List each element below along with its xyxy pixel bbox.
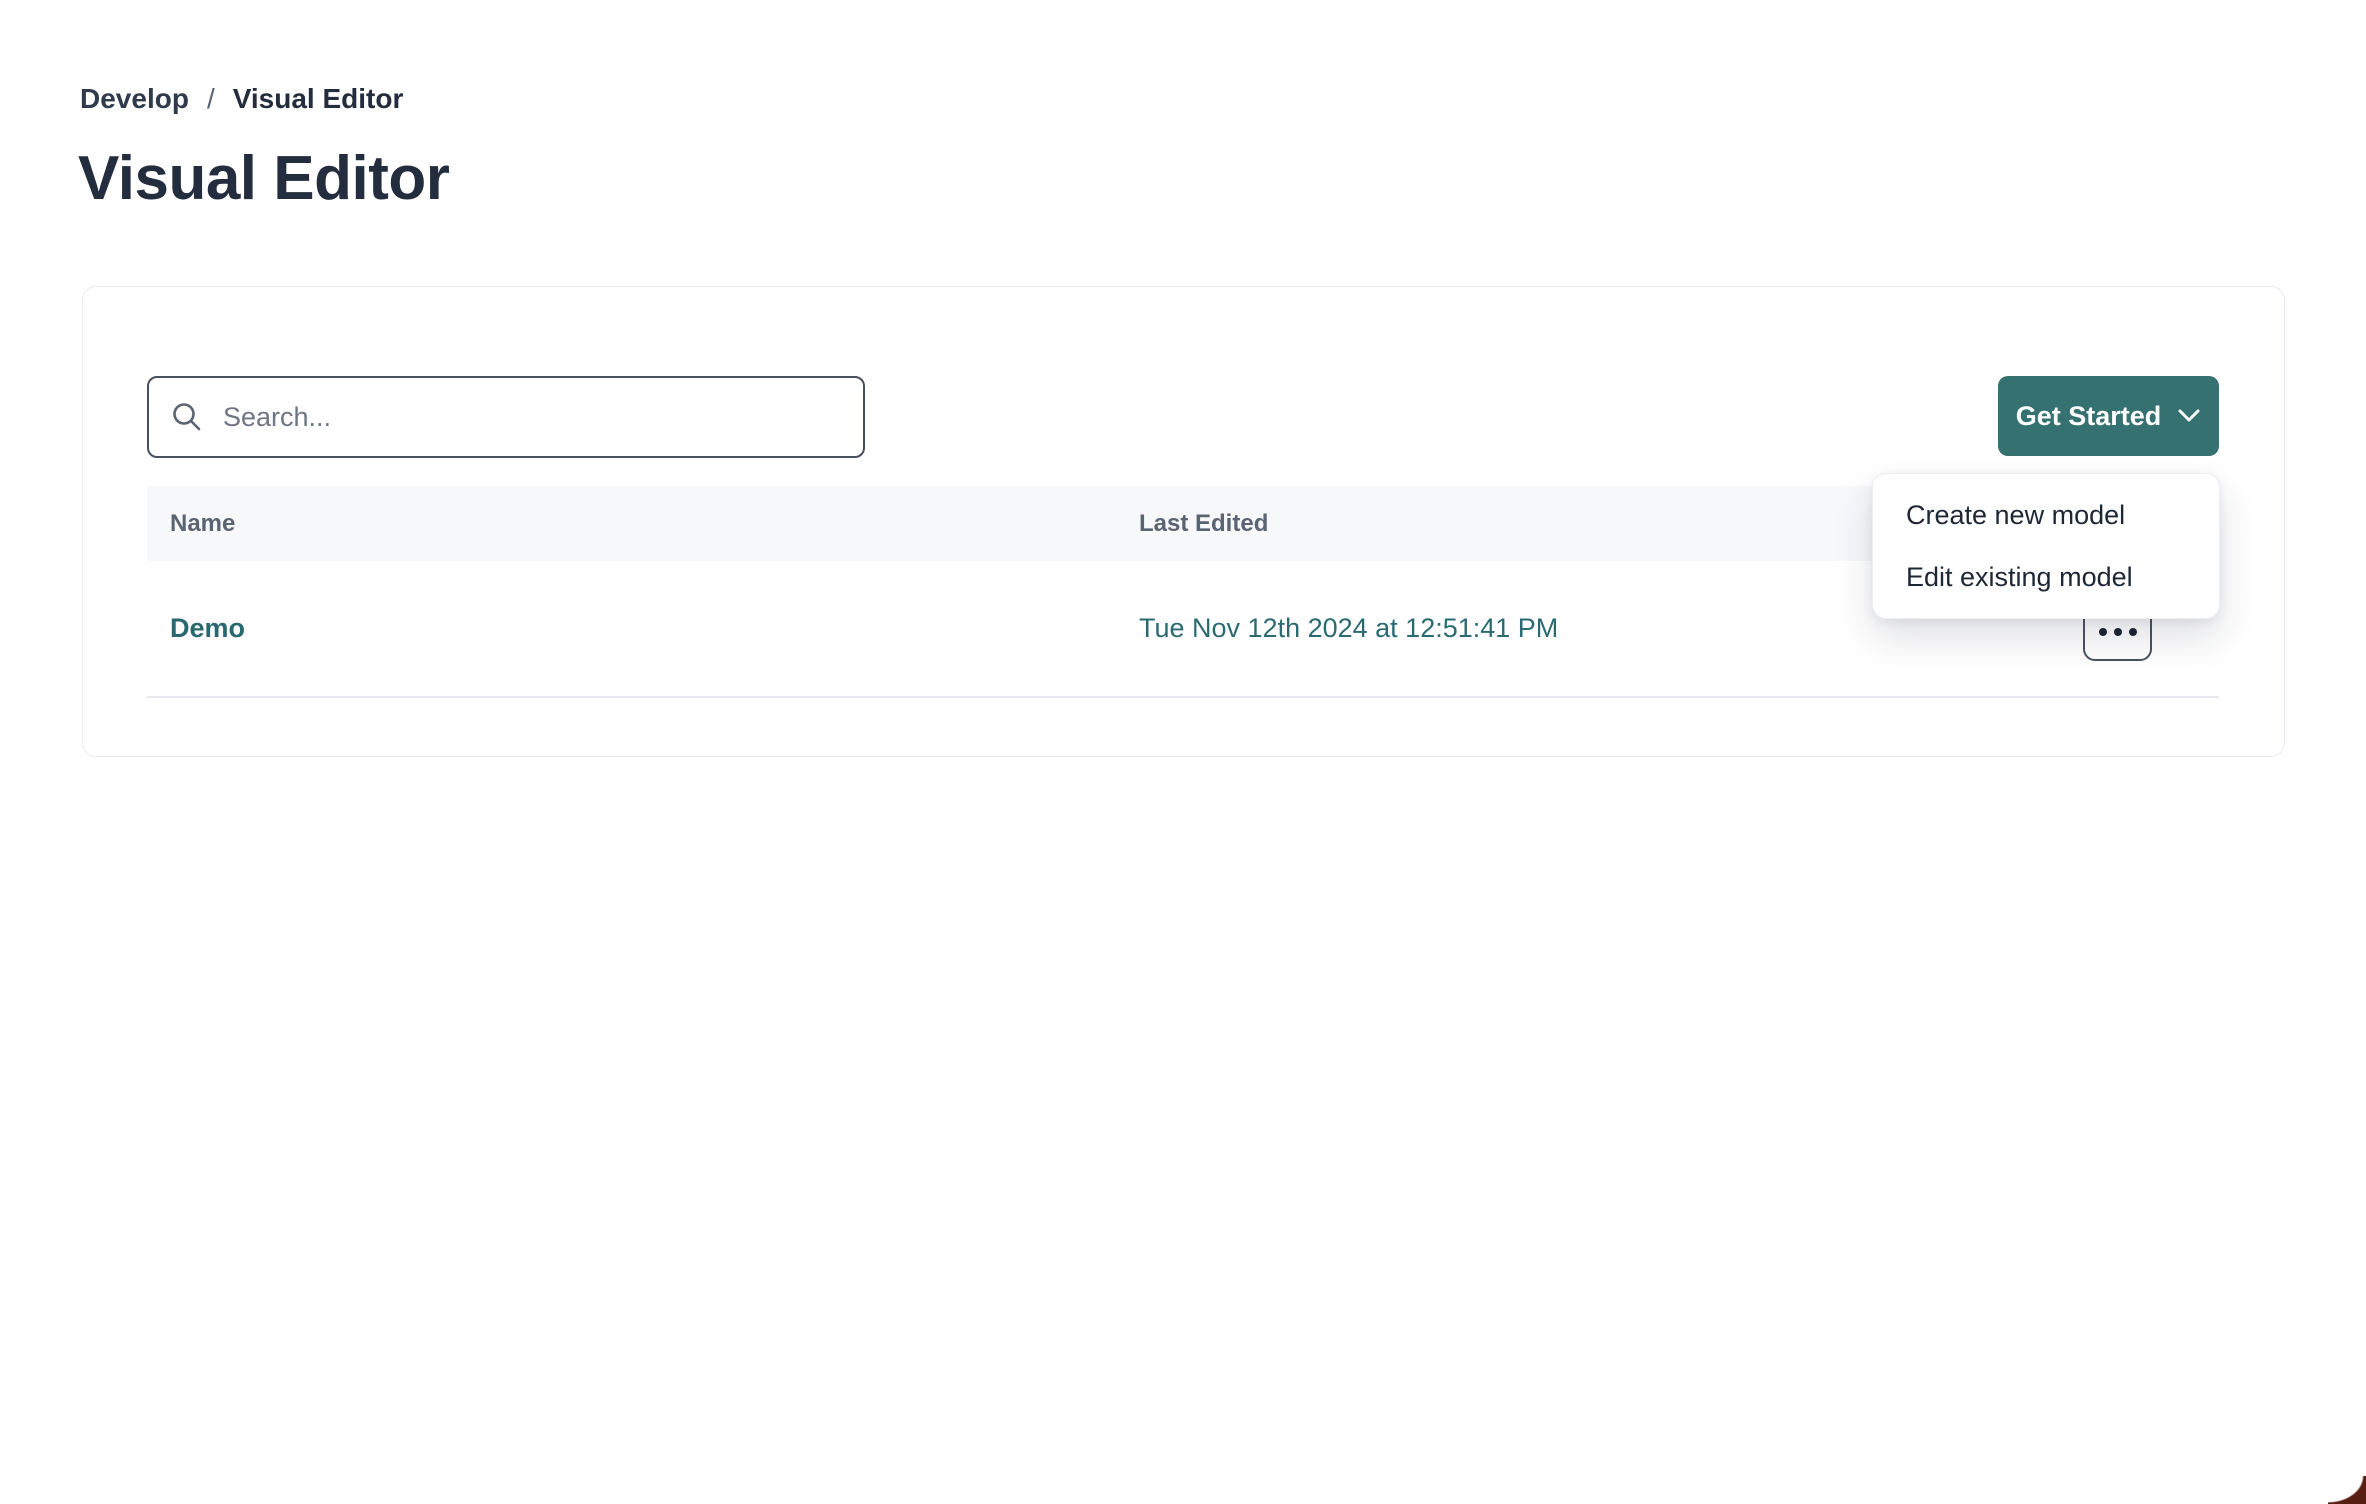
search-box[interactable] [147,376,865,458]
breadcrumb: Develop / Visual Editor [80,82,403,116]
breadcrumb-separator: / [207,82,215,116]
table-header-name: Name [147,510,1139,538]
search-input[interactable] [221,401,785,434]
breadcrumb-current: Visual Editor [233,82,404,116]
menu-item-edit-existing-model[interactable]: Edit existing model [1873,546,2219,608]
row-name-cell: Demo [147,613,1139,644]
ellipsis-icon [2099,628,2137,636]
page-title: Visual Editor [78,146,449,212]
search-icon [171,401,203,433]
visual-editor-page: Develop / Visual Editor Visual Editor Ge… [0,0,2366,1504]
breadcrumb-link-develop[interactable]: Develop [80,82,189,116]
model-link-demo[interactable]: Demo [170,613,245,643]
chevron-down-icon [2177,408,2201,424]
corner-artifact [2328,1476,2366,1504]
get-started-button[interactable]: Get Started [1998,376,2219,456]
menu-item-create-new-model[interactable]: Create new model [1873,484,2219,546]
get-started-label: Get Started [2016,401,2162,432]
get-started-dropdown-menu: Create new model Edit existing model [1872,473,2220,619]
